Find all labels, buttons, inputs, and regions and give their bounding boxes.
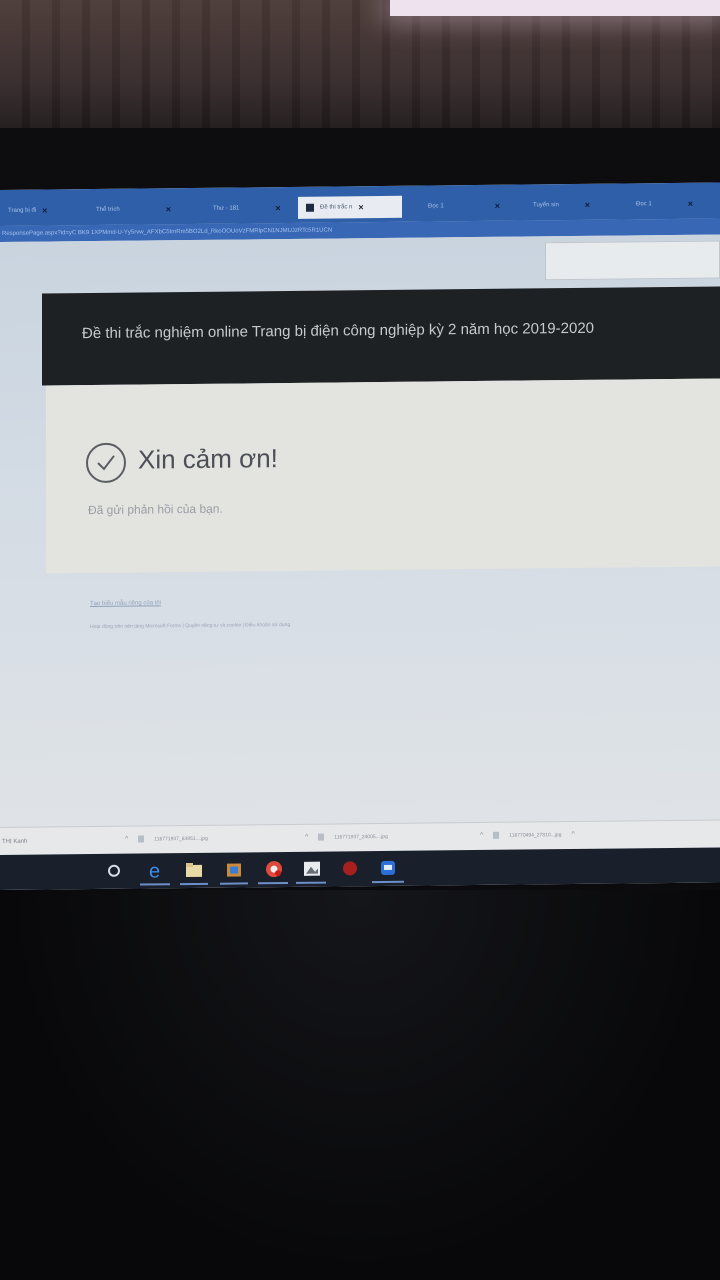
download-filename: 116771937_24005....jpg (334, 833, 388, 840)
top-right-box (545, 240, 720, 281)
forms-page: Đề thi trắc nghiệm online Trang bị điện … (0, 234, 720, 827)
active-app-indicator (296, 881, 326, 884)
chevron-up-icon[interactable]: ^ (480, 832, 483, 839)
image-file-icon (493, 831, 500, 839)
store-icon[interactable] (224, 859, 244, 879)
checkmark-icon (97, 455, 115, 471)
active-app-indicator (258, 881, 288, 885)
download-item[interactable]: ^ 116771937_24005....jpg (305, 833, 388, 841)
chevron-up-icon[interactable]: ^ (305, 834, 308, 841)
image-file-icon (138, 835, 145, 843)
downloads-label: THỊ Kanh (2, 838, 28, 845)
image-file-icon (318, 833, 325, 841)
thank-you-heading: Xin cảm ơn! (138, 443, 278, 475)
active-app-indicator (140, 883, 170, 886)
tab-label: Đọc 1 (636, 201, 652, 208)
tab-trang-bi[interactable]: Trang bị đi × (0, 199, 55, 222)
tab-doc-1[interactable]: Đọc 1 × (420, 195, 508, 218)
file-explorer-icon[interactable] (184, 860, 204, 880)
create-form-link[interactable]: Tạo biểu mẫu riêng của tôi (90, 600, 161, 607)
tab-label: Đề thi trắc n (320, 204, 353, 211)
download-filename: 116771937_63951....jpg (154, 835, 208, 842)
windows-taskbar: e (0, 847, 720, 890)
zalo-icon[interactable] (378, 858, 398, 878)
edge-icon[interactable]: e (146, 860, 166, 882)
download-item[interactable]: ^ 116771937_63951....jpg (125, 835, 208, 843)
form-title-header: Đề thi trắc nghiệm online Trang bị điện … (42, 286, 720, 386)
close-icon[interactable]: × (275, 203, 280, 213)
ceiling-light (390, 0, 720, 16)
active-app-indicator (180, 882, 208, 886)
thank-you-card: Xin cảm ơn! Đã gửi phản hồi của bạn. (46, 378, 720, 574)
submitted-message: Đã gửi phản hồi của bạn. (88, 501, 223, 518)
chevron-up-icon[interactable]: ^ (125, 836, 128, 843)
svg-text:e: e (149, 860, 160, 880)
tab-label: Tuyển sin (533, 202, 559, 209)
close-icon[interactable]: × (358, 202, 363, 212)
app-icon[interactable] (340, 858, 360, 878)
tab-doc-1b[interactable]: Đọc 1 × (628, 193, 701, 216)
tab-de-thi[interactable]: Đề thi trắc n × (298, 195, 402, 219)
tab-label: Đọc 1 (428, 203, 444, 210)
active-app-indicator (220, 882, 248, 885)
tab-label: Trang bị đi (8, 207, 37, 214)
active-app-indicator (372, 880, 404, 884)
cortana-icon[interactable] (104, 861, 124, 881)
checkmark-circle-icon (86, 442, 126, 484)
chrome-icon[interactable] (264, 859, 284, 879)
tab-tuyen-sinh[interactable]: Tuyển sin × (525, 194, 598, 217)
tab-thu[interactable]: Thư - 181 × (205, 197, 289, 220)
monitor-screen: Trang bị đi × Thể trích × Thư - 181 × Đề… (0, 182, 720, 890)
close-icon[interactable]: × (688, 199, 693, 209)
photos-icon[interactable] (302, 859, 322, 879)
form-title: Đề thi trắc nghiệm online Trang bị điện … (82, 319, 594, 343)
chevron-up-icon[interactable]: ^ (571, 831, 574, 838)
download-item[interactable]: ^ 116770494_27810...jpg ^ (480, 831, 575, 839)
download-filename: 116770494_27810...jpg (509, 831, 562, 839)
close-icon[interactable]: × (42, 206, 47, 216)
forms-icon (306, 203, 314, 212)
close-icon[interactable]: × (166, 204, 171, 214)
desk-shadow (0, 890, 720, 1280)
close-icon[interactable]: × (495, 201, 500, 211)
photo-scene: Trang bị đi × Thể trích × Thư - 181 × Đề… (0, 0, 720, 1280)
tab-the-trich[interactable]: Thể trích × (88, 198, 179, 221)
tab-label: Thư - 181 (213, 205, 240, 212)
forms-footer-note: Hoạt động trên nền tảng Microsoft Forms … (90, 621, 291, 631)
close-icon[interactable]: × (585, 200, 590, 210)
tab-label: Thể trích (96, 206, 120, 213)
background-wall (0, 0, 720, 135)
